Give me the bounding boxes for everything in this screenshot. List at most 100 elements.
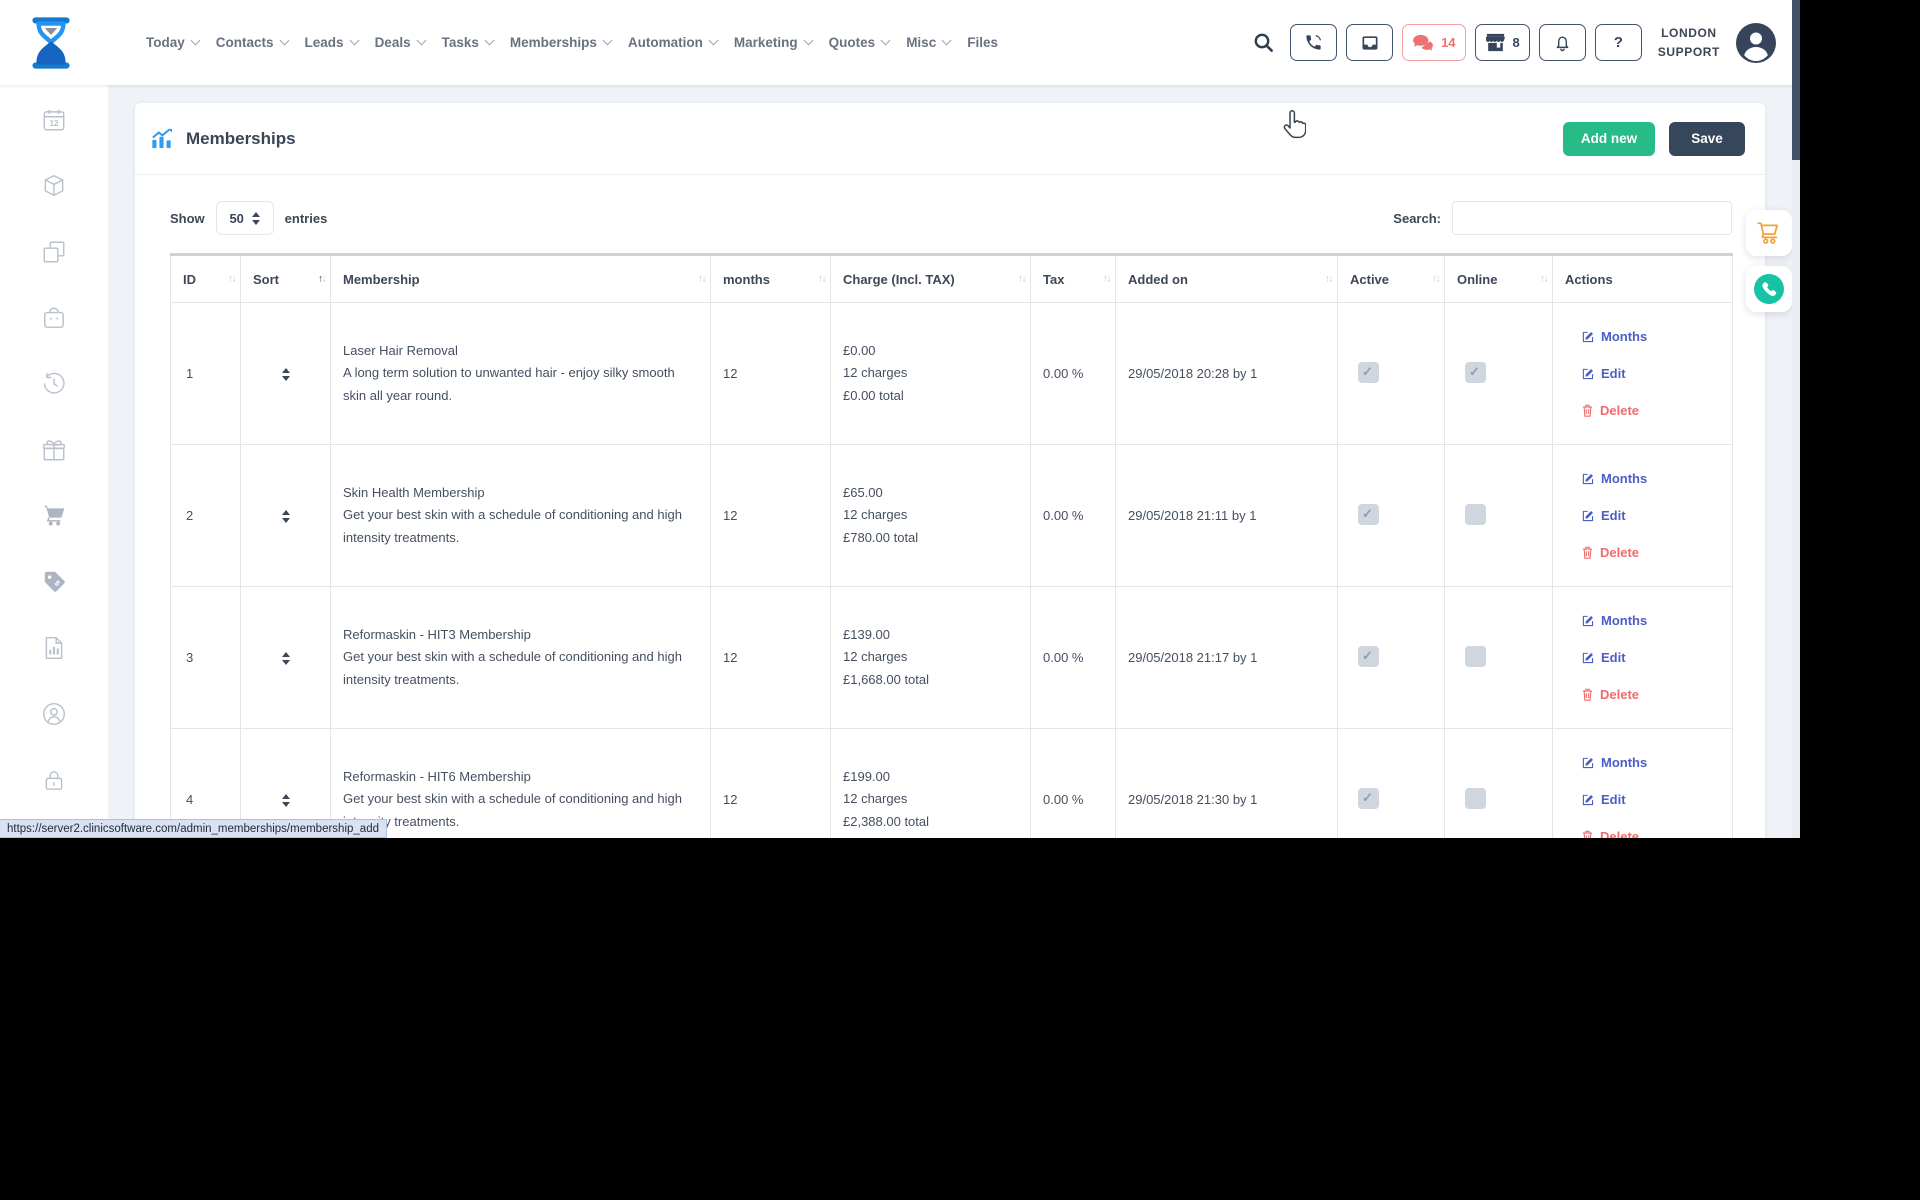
phone-call-button[interactable] <box>1290 24 1337 61</box>
chat-notifications-button[interactable]: 14 <box>1402 24 1465 61</box>
edit-link[interactable]: Edit <box>1582 366 1720 381</box>
cell-months: 12 <box>711 729 831 839</box>
chevron-down-icon <box>803 36 813 46</box>
column-header-tax[interactable]: Tax↑↓ <box>1031 255 1116 303</box>
nav-item-today[interactable]: Today <box>146 35 199 50</box>
active-checkbox[interactable] <box>1358 362 1379 383</box>
search-input[interactable] <box>1452 201 1732 235</box>
inbox-button[interactable] <box>1346 24 1393 61</box>
nav-item-marketing[interactable]: Marketing <box>734 35 812 50</box>
column-header-months[interactable]: months↑↓ <box>711 255 831 303</box>
cell-tax: 0.00 % <box>1031 445 1116 587</box>
nav-item-quotes[interactable]: Quotes <box>829 35 890 50</box>
row-drag-handle-icon[interactable] <box>282 652 290 665</box>
chart-title-icon <box>150 128 173 150</box>
cell-online <box>1445 729 1553 839</box>
cell-active <box>1338 445 1445 587</box>
nav-item-contacts[interactable]: Contacts <box>216 35 288 50</box>
help-button[interactable]: ? <box>1595 24 1642 61</box>
add-new-button[interactable]: Add new <box>1563 122 1655 156</box>
cart-icon[interactable] <box>41 503 67 529</box>
store-button[interactable]: 8 <box>1475 24 1530 61</box>
column-header-id[interactable]: ID↑↓ <box>171 255 241 303</box>
online-checkbox[interactable] <box>1465 362 1486 383</box>
delete-link[interactable]: Delete <box>1582 687 1720 702</box>
notifications-button[interactable] <box>1539 24 1586 61</box>
months-link[interactable]: Months <box>1582 613 1720 628</box>
edit-square-icon <box>1582 473 1594 485</box>
svg-text:12: 12 <box>49 119 59 128</box>
vertical-scrollbar-track[interactable] <box>1792 0 1800 838</box>
user-badge-icon[interactable] <box>41 701 67 727</box>
delete-link[interactable]: Delete <box>1582 403 1720 418</box>
online-checkbox[interactable] <box>1465 504 1486 525</box>
cell-charge: £0.00 12 charges £0.00 total <box>831 303 1031 445</box>
nav-item-automation[interactable]: Automation <box>628 35 717 50</box>
active-checkbox[interactable] <box>1358 646 1379 667</box>
save-button[interactable]: Save <box>1669 122 1745 156</box>
months-link[interactable]: Months <box>1582 755 1720 770</box>
vertical-scrollbar-thumb[interactable] <box>1792 0 1800 160</box>
online-checkbox[interactable] <box>1465 646 1486 667</box>
basket-icon[interactable] <box>41 305 67 331</box>
cell-charge: £199.00 12 charges £2,388.00 total <box>831 729 1031 839</box>
cell-active <box>1338 303 1445 445</box>
floating-phone-button[interactable] <box>1746 266 1792 312</box>
row-drag-handle-icon[interactable] <box>282 368 290 381</box>
edit-link[interactable]: Edit <box>1582 792 1720 807</box>
edit-square-icon <box>1582 615 1594 627</box>
cell-added-on: 29/05/2018 21:11 by 1 <box>1116 445 1338 587</box>
edit-link[interactable]: Edit <box>1582 650 1720 665</box>
entries-label: entries <box>285 211 328 226</box>
calendar-12-icon[interactable]: 12 <box>41 107 67 133</box>
active-checkbox[interactable] <box>1358 504 1379 525</box>
nav-item-deals[interactable]: Deals <box>375 35 425 50</box>
membership-row: 4 Reformaskin - HIT6 Membership Get your… <box>171 729 1733 839</box>
delete-link[interactable]: Delete <box>1582 545 1720 560</box>
nav-item-misc[interactable]: Misc <box>906 35 950 50</box>
search-icon[interactable] <box>1253 32 1275 54</box>
floating-cart-button[interactable] <box>1746 210 1792 256</box>
lock-icon[interactable] <box>41 767 67 793</box>
nav-item-files[interactable]: Files <box>967 35 998 50</box>
history-icon[interactable] <box>41 371 67 397</box>
nav-item-tasks[interactable]: Tasks <box>442 35 493 50</box>
show-label: Show <box>170 211 205 226</box>
row-drag-handle-icon[interactable] <box>282 794 290 807</box>
active-checkbox[interactable] <box>1358 788 1379 809</box>
column-header-membership[interactable]: Membership↑↓ <box>331 255 711 303</box>
row-drag-handle-icon[interactable] <box>282 510 290 523</box>
topbar-actions: 14 8 ? LONDON SUPPORT <box>1253 23 1800 63</box>
cell-id: 1 <box>171 303 241 445</box>
cell-charge: £65.00 12 charges £780.00 total <box>831 445 1031 587</box>
online-checkbox[interactable] <box>1465 788 1486 809</box>
edit-square-icon <box>1582 794 1594 806</box>
cell-charge: £139.00 12 charges £1,668.00 total <box>831 587 1031 729</box>
edit-square-icon <box>1582 652 1594 664</box>
charge-count: 12 charges <box>843 504 1018 526</box>
column-header-added-on[interactable]: Added on↑↓ <box>1116 255 1338 303</box>
report-icon[interactable] <box>41 635 67 661</box>
months-link[interactable]: Months <box>1582 329 1720 344</box>
edit-square-icon <box>1582 757 1594 769</box>
price-tag-icon[interactable]: $ <box>41 569 67 595</box>
months-link[interactable]: Months <box>1582 471 1720 486</box>
nav-item-leads[interactable]: Leads <box>305 35 358 50</box>
cart-orange-icon <box>1756 221 1782 245</box>
column-header-sort[interactable]: Sort↑↓ <box>241 255 331 303</box>
clinicsoftware-logo[interactable] <box>28 15 74 71</box>
column-header-active[interactable]: Active↑↓ <box>1338 255 1445 303</box>
column-header-charge-incl-tax[interactable]: Charge (Incl. TAX)↑↓ <box>831 255 1031 303</box>
package-icon[interactable] <box>41 173 67 199</box>
column-header-online[interactable]: Online↑↓ <box>1445 255 1553 303</box>
delete-link[interactable]: Delete <box>1582 829 1720 838</box>
chat-count-badge: 14 <box>1441 35 1455 50</box>
cell-id: 2 <box>171 445 241 587</box>
gift-icon[interactable] <box>41 437 67 463</box>
user-avatar[interactable] <box>1736 23 1776 63</box>
sort-arrows-icon: ↑↓ <box>1432 274 1439 285</box>
copy-icon[interactable] <box>41 239 67 265</box>
edit-link[interactable]: Edit <box>1582 508 1720 523</box>
page-size-select[interactable]: 50 <box>216 201 274 235</box>
nav-item-memberships[interactable]: Memberships <box>510 35 611 50</box>
